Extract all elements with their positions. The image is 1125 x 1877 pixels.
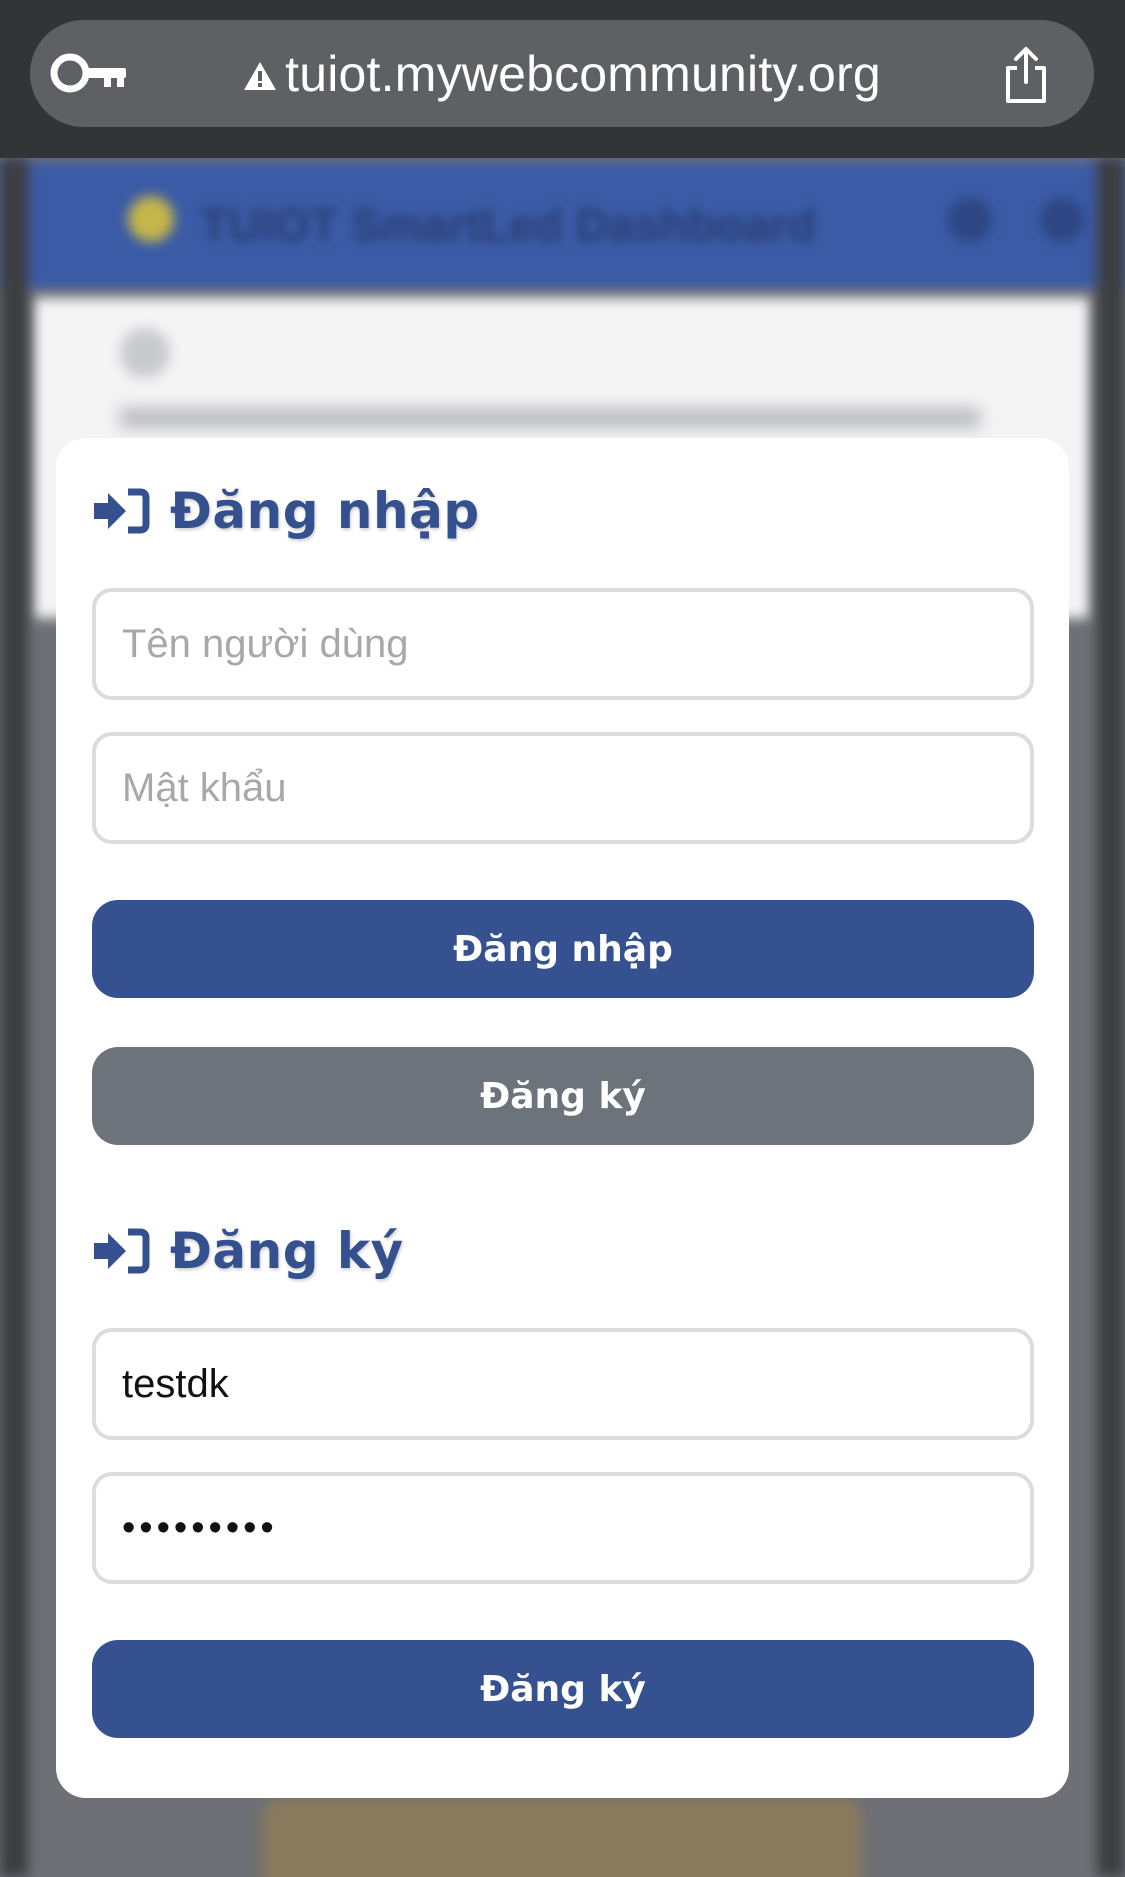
login-title: Đăng nhập xyxy=(92,482,480,540)
url-text: tuiot.mywebcommunity.org xyxy=(285,45,881,102)
register-username-input[interactable] xyxy=(92,1328,1034,1440)
warning-icon xyxy=(244,61,277,90)
background-header-icon xyxy=(948,198,992,242)
sign-in-icon xyxy=(94,1228,150,1274)
register-title: Đăng ký xyxy=(92,1222,404,1280)
browser-top-bar: tuiot.mywebcommunity.org xyxy=(0,0,1125,158)
background-card-icon xyxy=(120,328,170,378)
register-submit-button[interactable]: Đăng ký xyxy=(92,1640,1034,1738)
register-title-text: Đăng ký xyxy=(170,1222,404,1280)
login-password-input[interactable] xyxy=(92,732,1034,844)
switch-to-register-button[interactable]: Đăng ký xyxy=(92,1047,1034,1145)
url-display[interactable]: tuiot.mywebcommunity.org xyxy=(30,20,1094,127)
login-username-input[interactable] xyxy=(92,588,1034,700)
background-edge xyxy=(0,158,28,1877)
background-header-icon xyxy=(1040,198,1084,242)
address-bar[interactable]: tuiot.mywebcommunity.org xyxy=(30,20,1094,127)
sign-in-icon xyxy=(94,488,150,534)
share-icon[interactable] xyxy=(1000,46,1052,104)
background-edge xyxy=(1097,158,1125,1877)
auth-modal: Đăng nhập Đăng nhập Đăng ký Đăng ký Đăng… xyxy=(56,438,1069,1798)
register-password-input[interactable] xyxy=(92,1472,1034,1584)
background-card-text xyxy=(120,408,980,428)
background-header-title: TUIOT SmartLed Dashboard xyxy=(200,199,816,251)
login-title-text: Đăng nhập xyxy=(170,482,480,540)
background-image xyxy=(262,1798,862,1877)
background-logo xyxy=(128,196,174,242)
login-submit-button[interactable]: Đăng nhập xyxy=(92,900,1034,998)
